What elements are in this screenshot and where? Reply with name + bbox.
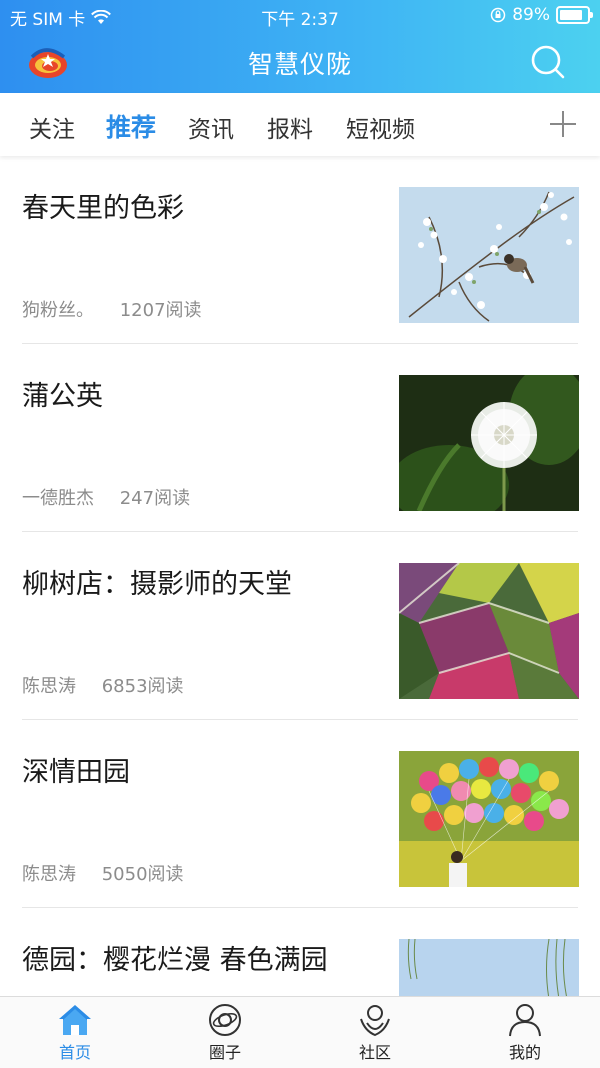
article-meta: 狗粉丝。 1207阅读 — [22, 296, 202, 322]
bottom-nav: 首页 圈子 社区 我的 — [0, 996, 600, 1068]
planet-icon — [209, 1004, 241, 1036]
article-reads: 5050阅读 — [101, 864, 184, 885]
tab-short-video[interactable]: 短视频 — [346, 110, 415, 144]
article-title: 德园：樱花烂漫 春色满园 — [22, 945, 328, 976]
nav-label: 圈子 — [208, 1043, 241, 1062]
article-meta: 陈思涛 6853阅读 — [22, 672, 184, 698]
nav-label: 社区 — [358, 1043, 391, 1062]
nav-mine[interactable]: 我的 — [475, 1003, 575, 1063]
article-meta: 一德胜杰 247阅读 — [22, 484, 190, 510]
article-author: 陈思涛 — [22, 676, 76, 697]
community-icon — [360, 1005, 390, 1037]
tab-recommend[interactable]: 推荐 — [106, 108, 156, 144]
tab-news[interactable]: 资讯 — [188, 110, 234, 144]
tab-follow[interactable]: 关注 — [29, 110, 75, 144]
nav-community[interactable]: 社区 — [325, 1003, 425, 1063]
list-item[interactable]: 春天里的色彩 狗粉丝。 1207阅读 — [0, 156, 600, 344]
status-bar: 无 SIM 卡 下午 2:37 89% — [0, 0, 600, 32]
article-reads: 247阅读 — [119, 488, 191, 509]
article-title: 深情田园 — [22, 757, 130, 788]
article-thumbnail[interactable] — [399, 187, 579, 323]
article-author: 陈思涛 — [22, 864, 76, 885]
article-title: 柳树店：摄影师的天堂 — [22, 569, 292, 600]
news-feed: 春天里的色彩 狗粉丝。 1207阅读 蒲公英 一德胜杰 247阅读 柳树店：摄影… — [0, 156, 600, 996]
home-icon — [59, 1005, 91, 1035]
article-meta: 陈思涛 5050阅读 — [22, 860, 184, 886]
category-tabs: 关注 推荐 资讯 报料 短视频 — [0, 93, 600, 156]
list-item[interactable]: 德园：樱花烂漫 春色满园 — [0, 908, 600, 996]
nav-home[interactable]: 首页 — [25, 1003, 125, 1063]
article-reads: 6853阅读 — [101, 676, 184, 697]
app-header: 无 SIM 卡 下午 2:37 89% 智慧仪陇 — [0, 0, 600, 93]
nav-label: 我的 — [508, 1043, 541, 1062]
nav-label: 首页 — [58, 1043, 91, 1062]
list-item[interactable]: 柳树店：摄影师的天堂 陈思涛 6853阅读 — [0, 532, 600, 720]
article-author: 一德胜杰 — [22, 488, 94, 509]
battery-percent: 89% — [512, 5, 550, 25]
battery-icon — [556, 6, 593, 24]
title-bar: 智慧仪陇 — [0, 32, 600, 93]
list-item[interactable]: 深情田园 陈思涛 5050阅读 — [0, 720, 600, 908]
article-thumbnail[interactable] — [399, 375, 579, 511]
article-title: 蒲公英 — [22, 381, 103, 412]
article-reads: 1207阅读 — [119, 300, 202, 321]
list-item[interactable]: 蒲公英 一德胜杰 247阅读 — [0, 344, 600, 532]
rotation-lock-icon — [490, 7, 506, 23]
tab-report[interactable]: 报料 — [267, 110, 313, 144]
article-author: 狗粉丝。 — [22, 300, 94, 321]
article-thumbnail[interactable] — [399, 751, 579, 887]
add-tab-icon[interactable] — [550, 111, 576, 137]
nav-circle[interactable]: 圈子 — [175, 1003, 275, 1063]
article-thumbnail[interactable] — [399, 939, 579, 996]
person-icon — [509, 1004, 541, 1037]
article-thumbnail[interactable] — [399, 563, 579, 699]
app-title: 智慧仪陇 — [247, 50, 352, 79]
search-icon[interactable] — [530, 44, 566, 80]
article-title: 春天里的色彩 — [22, 193, 184, 224]
